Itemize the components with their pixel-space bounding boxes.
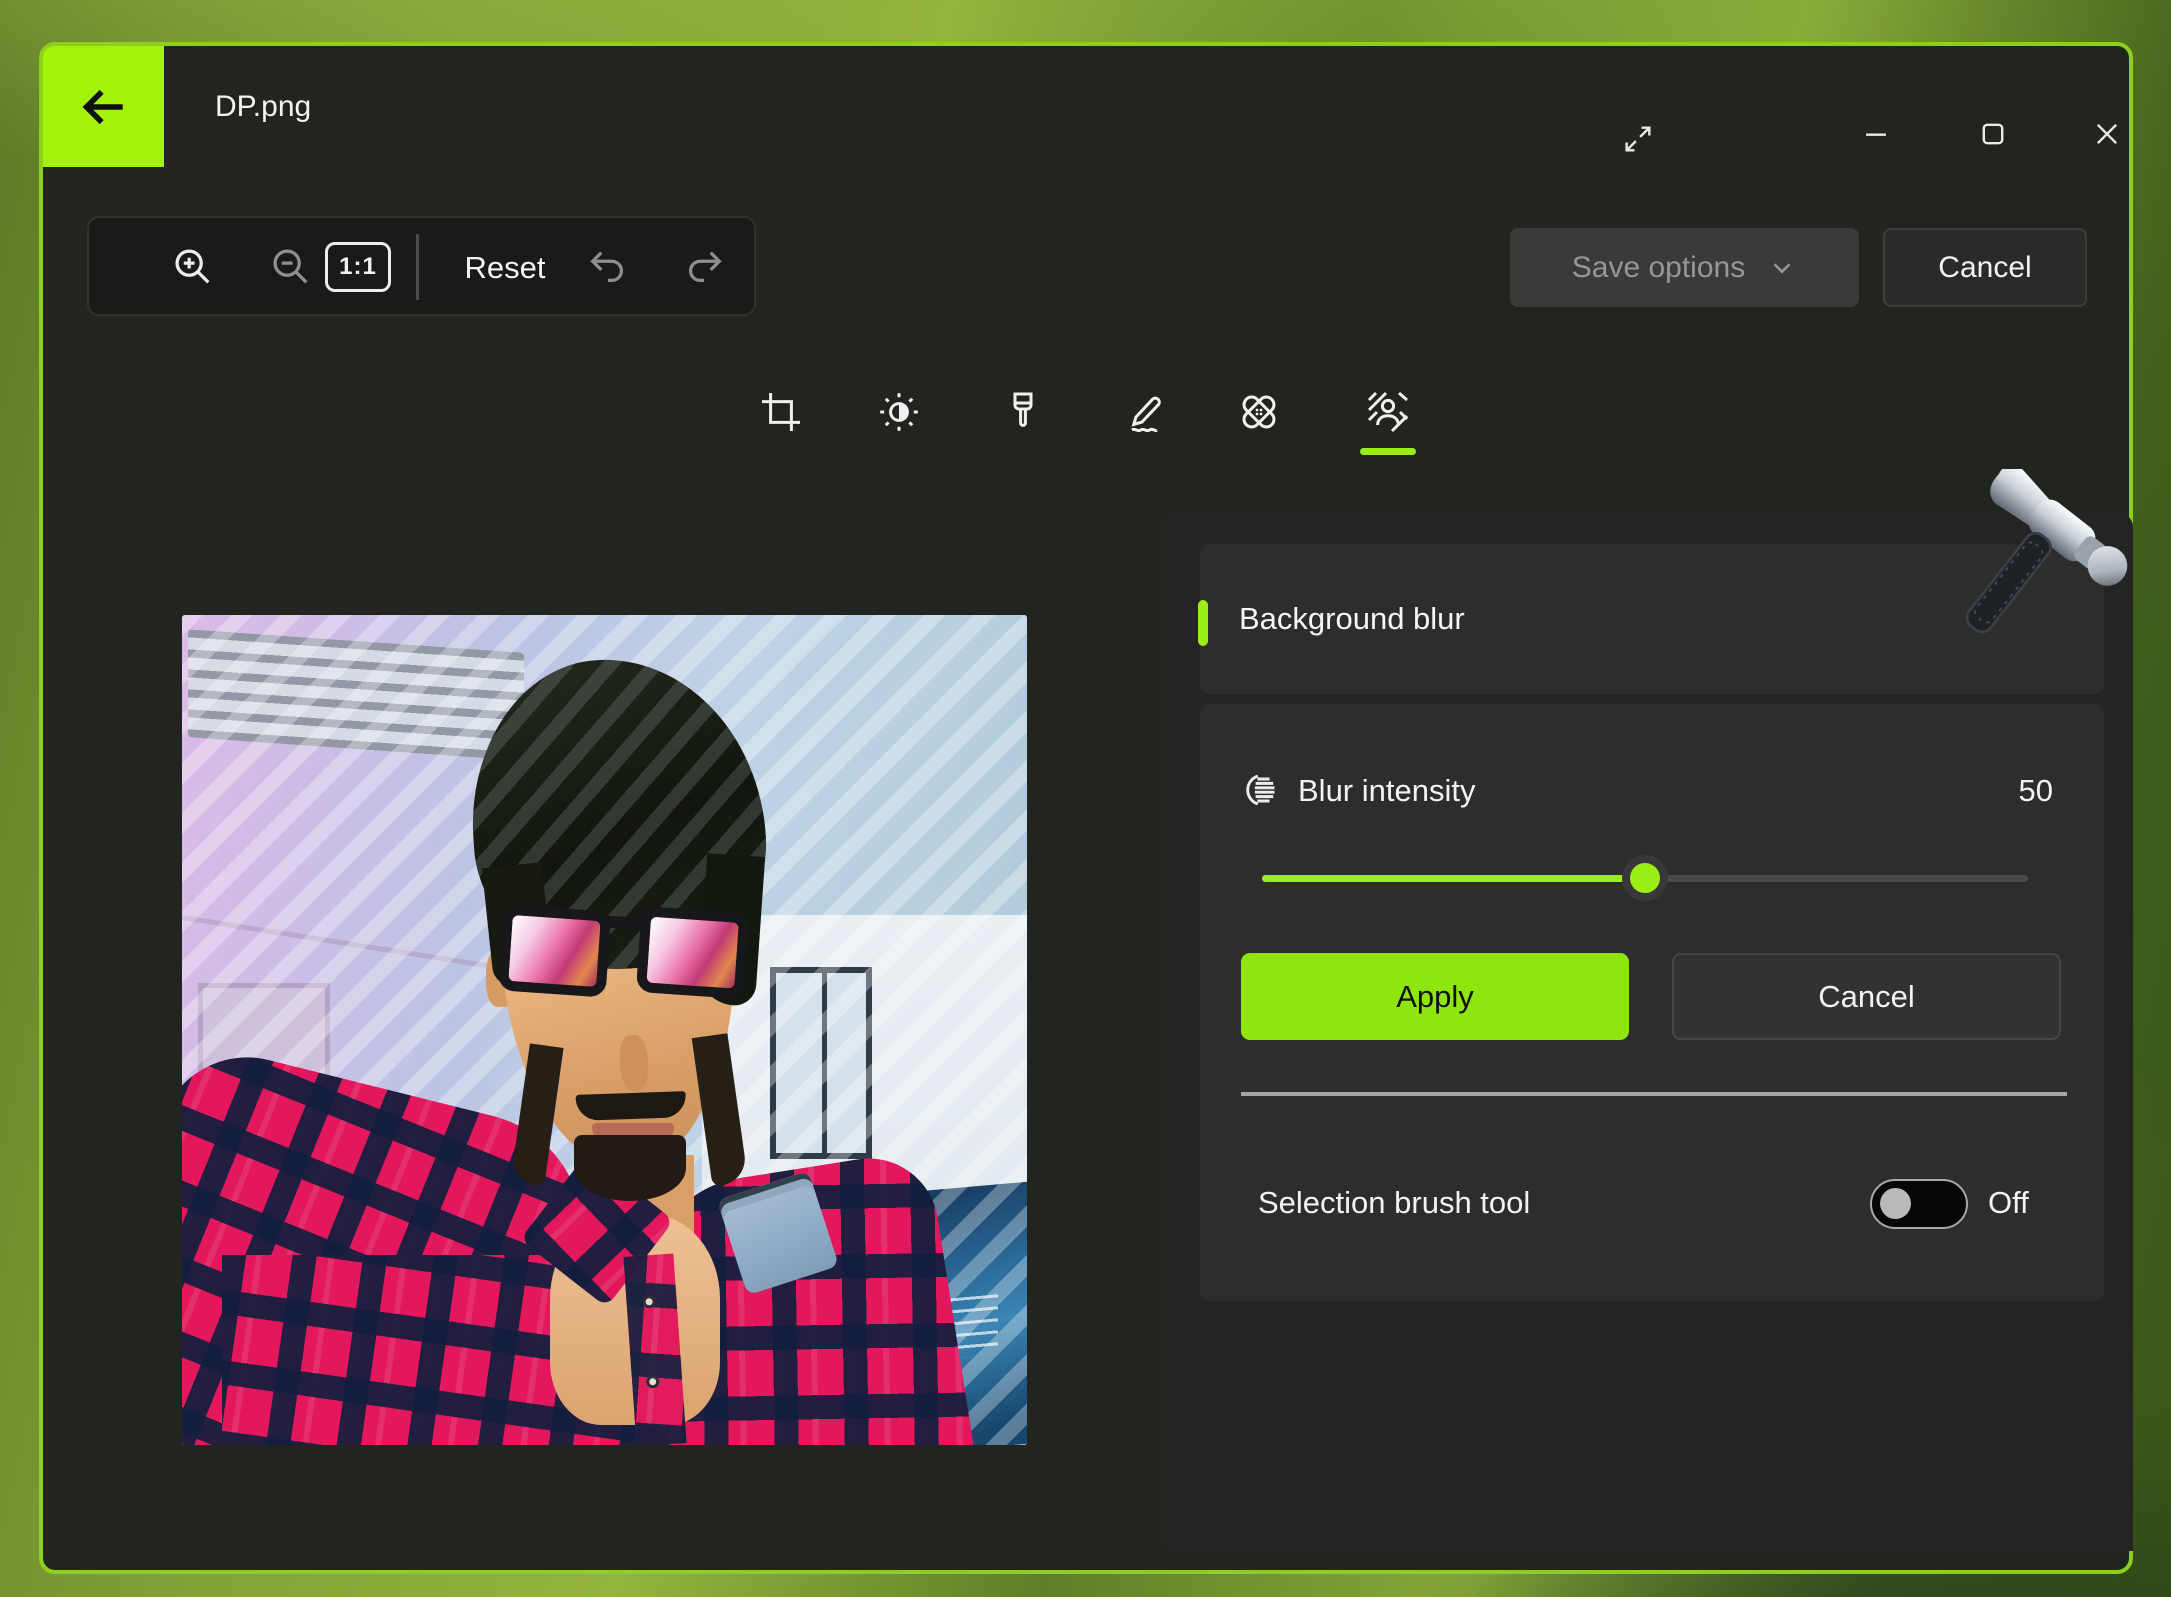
panel-cancel-button[interactable]: Cancel xyxy=(1672,953,2061,1040)
back-arrow-icon xyxy=(82,89,123,124)
sunglasses-lens xyxy=(497,904,612,998)
apply-label: Apply xyxy=(1396,978,1474,1014)
close-button[interactable] xyxy=(2076,103,2138,165)
selection-brush-toggle[interactable] xyxy=(1870,1179,1968,1229)
tab-adjustment[interactable] xyxy=(861,374,937,450)
editor-cancel-label: Cancel xyxy=(1938,250,2032,284)
photos-editor-window: DP.png 1:1 Reset Save options Cancel Bac… xyxy=(39,42,2133,1574)
shirt-button xyxy=(645,1374,660,1389)
tab-retouch[interactable] xyxy=(1221,374,1297,450)
toggle-knob xyxy=(1880,1188,1911,1219)
pen-icon xyxy=(1131,396,1161,433)
crop-icon xyxy=(762,393,800,431)
expand-icon xyxy=(1625,126,1651,152)
reset-label: Reset xyxy=(464,250,546,285)
tab-filter[interactable] xyxy=(985,374,1061,450)
maximize-icon xyxy=(1982,123,2004,145)
accent-bar xyxy=(1198,600,1208,646)
zoom-out-button[interactable] xyxy=(256,226,326,308)
chevron-down-icon xyxy=(1773,262,1791,274)
close-icon xyxy=(2096,123,2118,145)
panel-divider xyxy=(1241,1092,2067,1096)
person-chin-beard xyxy=(574,1135,686,1201)
panel-cancel-label: Cancel xyxy=(1818,978,1915,1014)
zoom-in-icon xyxy=(175,249,210,284)
save-options-button[interactable]: Save options xyxy=(1510,228,1859,307)
undo-icon xyxy=(590,251,624,283)
editor-cancel-button[interactable]: Cancel xyxy=(1883,228,2087,307)
bandage-icon xyxy=(1242,395,1276,429)
minimize-icon xyxy=(1866,133,1886,136)
minimize-button[interactable] xyxy=(1845,103,1907,165)
maximize-button[interactable] xyxy=(1962,103,2024,165)
titlebar: DP.png xyxy=(43,46,2129,167)
panel-header-card: Background blur xyxy=(1198,544,2104,694)
save-options-label: Save options xyxy=(1571,250,1746,284)
apply-button[interactable]: Apply xyxy=(1241,953,1629,1040)
view-toolbar: 1:1 Reset xyxy=(87,216,756,316)
reset-button[interactable]: Reset xyxy=(441,218,569,318)
tab-crop[interactable] xyxy=(743,374,819,450)
back-button[interactable] xyxy=(43,46,164,167)
fullscreen-button[interactable] xyxy=(1607,108,1669,170)
zoom-out-icon xyxy=(273,249,308,284)
selection-brush-label: Selection brush tool xyxy=(1258,1185,1531,1220)
zoom-in-button[interactable] xyxy=(158,226,228,308)
selection-brush-state: Off xyxy=(1988,1185,2029,1220)
actual-size-button[interactable]: 1:1 xyxy=(325,242,391,292)
blur-intensity-value: 50 xyxy=(2018,773,2053,808)
photo-canvas[interactable] xyxy=(182,615,1027,1445)
blur-intensity-slider[interactable] xyxy=(1262,855,2028,901)
background-blur-icon xyxy=(1367,391,1409,433)
brightness-icon xyxy=(880,393,918,431)
person-sunglasses xyxy=(494,890,758,1030)
tab-background-blur[interactable] xyxy=(1350,374,1426,450)
redo-icon xyxy=(688,251,722,283)
tab-markup[interactable] xyxy=(1109,374,1185,450)
redo-button[interactable] xyxy=(669,226,739,308)
sunglasses-lens xyxy=(635,905,750,1000)
panel-body-card: Blur intensity 50 Apply Cancel Selection… xyxy=(1200,704,2104,1301)
paintbrush-icon xyxy=(1013,392,1033,427)
selection-brush-row: Selection brush tool Off xyxy=(1200,1166,2104,1240)
undo-button[interactable] xyxy=(573,226,643,308)
ratio-label: 1:1 xyxy=(339,253,377,280)
background-blur-panel: Background blur Blur intensity 50 Apply … xyxy=(1161,513,2133,1551)
panel-title: Background blur xyxy=(1239,601,1465,636)
shirt-button xyxy=(642,1294,657,1309)
blur-intensity-icon xyxy=(1238,768,1282,812)
blur-slider-fill xyxy=(1262,875,1645,882)
selected-tool-indicator xyxy=(1360,448,1416,455)
window-title: DP.png xyxy=(215,89,312,123)
blur-slider-thumb[interactable] xyxy=(1622,855,1668,901)
blur-intensity-row: Blur intensity 50 xyxy=(1200,754,2104,828)
sunglasses-bridge xyxy=(604,915,649,931)
toolbar-divider xyxy=(416,234,419,300)
blur-intensity-label: Blur intensity xyxy=(1298,773,1476,808)
person-mustache xyxy=(575,1091,687,1121)
